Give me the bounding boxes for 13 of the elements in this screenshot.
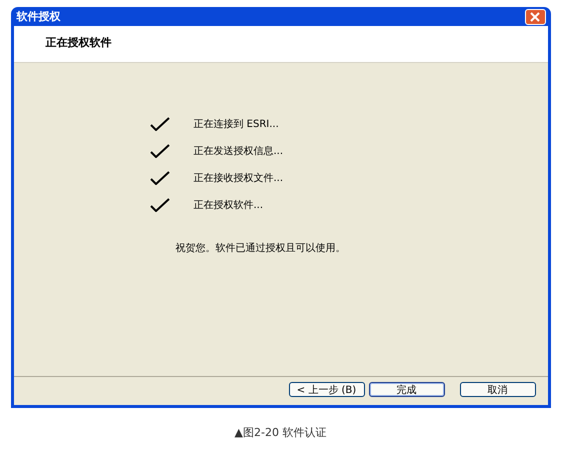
step-label: 正在接收授权文件...	[194, 172, 284, 184]
dialog-button[interactable]: 取消	[460, 382, 536, 396]
step-label: 正在连接到 ESRI...	[194, 118, 279, 130]
header-title: 正在授权软件	[46, 36, 112, 49]
step-label: 正在授权软件...	[194, 198, 264, 212]
success-message: 祝贺您。软件已通过授权且可以使用。	[176, 242, 346, 255]
figure-caption: ▲图2-20 软件认证	[234, 425, 326, 440]
step-label: 正在发送授权信息...	[194, 144, 284, 158]
dialog-button[interactable]: 完成	[368, 382, 444, 396]
window-title: 软件授权	[16, 9, 60, 24]
dialog-button[interactable]: < 上一步 (B)	[288, 382, 364, 396]
close-button[interactable]	[524, 8, 546, 24]
close-icon	[530, 12, 540, 22]
